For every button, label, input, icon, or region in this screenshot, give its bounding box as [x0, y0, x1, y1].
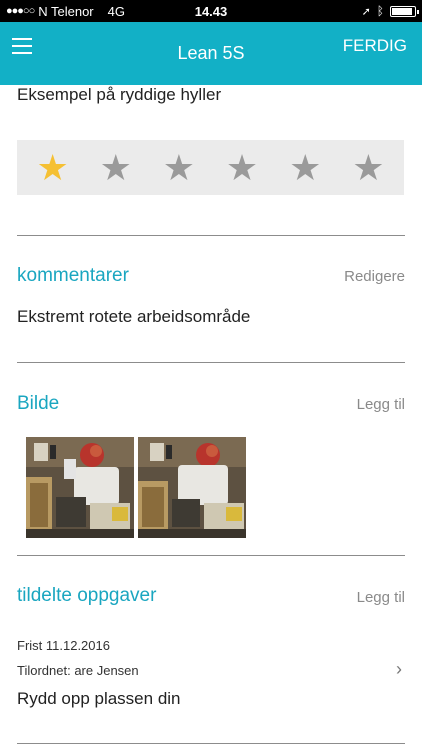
comments-title: kommentarer — [17, 265, 129, 286]
images-title: Bilde — [17, 393, 60, 414]
tasks-title: tildelte oppgaver — [17, 585, 157, 606]
photo-image — [26, 437, 134, 538]
star-icon[interactable]: ★ — [100, 149, 132, 186]
star-icon[interactable]: ★ — [36, 149, 68, 186]
star-icon[interactable]: ★ — [289, 149, 321, 186]
battery-fill — [392, 7, 412, 15]
navigation-bar: Lean 5S FERDIG — [0, 22, 422, 85]
photo-thumbnail[interactable] — [26, 437, 134, 538]
example-text: Eksempel på ryddige hyller — [17, 85, 222, 104]
status-bar: ●●●○○ N Telenor 4G 14.43 ➚ ᛒ — [0, 0, 422, 22]
done-button[interactable]: FERDIG — [343, 36, 407, 56]
comment-text: Ekstremt rotete arbeidsområde — [17, 307, 251, 326]
photo-image — [138, 437, 246, 538]
location-arrow-icon: ➚ — [361, 5, 371, 18]
star-rating[interactable]: ★ ★ ★ ★ ★ ★ — [17, 140, 404, 195]
task-assignee: Tilordnet: are Jensen — [17, 663, 139, 678]
signal-strength-icon: ●●●○○ — [6, 5, 35, 17]
carrier-label: N Telenor — [38, 3, 94, 19]
edit-comment-button[interactable]: Redigere — [344, 268, 405, 285]
star-icon[interactable]: ★ — [163, 149, 195, 186]
star-icon[interactable]: ★ — [352, 149, 384, 186]
divider — [17, 555, 405, 556]
bluetooth-icon: ᛒ — [376, 4, 384, 18]
divider — [17, 362, 405, 363]
add-image-button[interactable]: Legg til — [357, 396, 405, 413]
chevron-right-icon[interactable]: › — [396, 659, 402, 680]
task-title[interactable]: Rydd opp plassen din — [17, 689, 181, 709]
task-deadline: Frist 11.12.2016 — [17, 638, 110, 653]
page-title: Lean 5S — [177, 43, 245, 63]
star-icon[interactable]: ★ — [226, 149, 258, 186]
status-left: ●●●○○ N Telenor 4G — [6, 4, 362, 19]
add-task-button[interactable]: Legg til — [357, 589, 405, 606]
hamburger-menu-icon[interactable] — [12, 38, 32, 54]
battery-icon — [390, 5, 419, 17]
network-label: 4G — [107, 3, 125, 19]
divider — [17, 743, 405, 744]
status-right: ➚ ᛒ — [361, 4, 419, 18]
photo-thumbnail[interactable] — [138, 437, 246, 538]
divider — [17, 235, 405, 236]
